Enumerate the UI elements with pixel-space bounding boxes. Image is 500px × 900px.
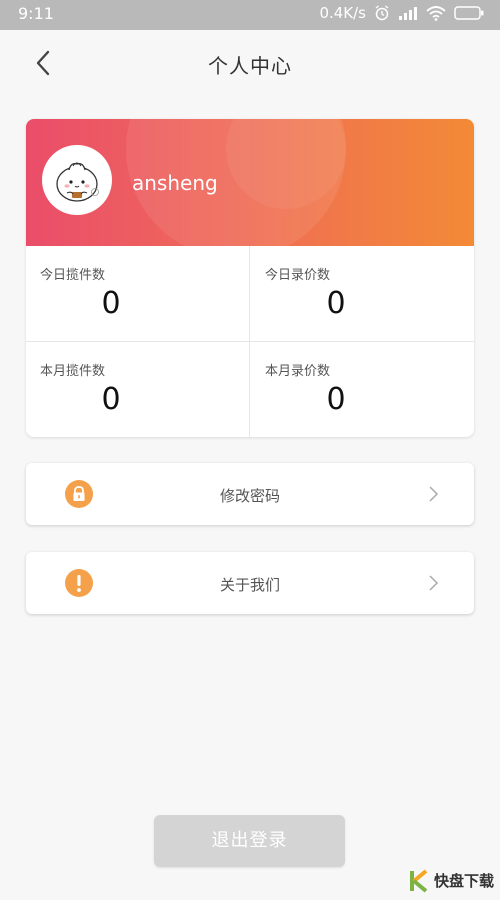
header: 个人中心 <box>0 30 500 96</box>
wifi-icon <box>426 5 446 21</box>
page-title: 个人中心 <box>208 54 292 78</box>
battery-icon <box>454 6 484 20</box>
watermark-logo: 快盘下载 <box>406 866 496 896</box>
stat-value: 0 <box>101 286 121 321</box>
profile-banner: ansheng <box>26 119 474 246</box>
menu-item-label: 关于我们 <box>219 576 280 594</box>
chevron-right-icon <box>429 575 439 591</box>
status-bar: 9:11 0.4K/s <box>0 0 500 30</box>
stat-value: 0 <box>326 382 346 417</box>
stat-value: 0 <box>326 286 346 321</box>
stat-value: 0 <box>101 382 121 417</box>
stat-label: 本月揽件数 <box>40 364 106 379</box>
bun-mascot-icon <box>56 162 99 202</box>
chevron-right-icon <box>429 486 439 502</box>
stat-label: 今日录价数 <box>265 268 331 283</box>
avatar[interactable] <box>42 145 112 215</box>
status-time: 9:11 <box>18 4 54 23</box>
menu-item-label: 修改密码 <box>219 487 280 505</box>
network-speed: 0.4K/s <box>319 4 366 22</box>
stat-month-pickups: 本月揽件数 0 <box>26 342 249 437</box>
watermark-text: 快盘下载 <box>434 872 495 890</box>
stat-month-prices: 本月录价数 0 <box>251 342 474 437</box>
stat-today-pickups: 今日揽件数 0 <box>26 246 249 341</box>
stat-label: 本月录价数 <box>265 364 331 379</box>
signal-icon <box>399 7 417 20</box>
menu-item-about-us[interactable]: 关于我们 <box>26 552 474 614</box>
stats-grid: 今日揽件数 0 今日录价数 0 本月揽件数 0 本月录价数 0 <box>26 246 474 437</box>
watermark-k-icon <box>410 869 428 893</box>
alarm-icon <box>375 5 389 21</box>
logout-button[interactable]: 退出登录 <box>154 815 345 867</box>
status-right: 0.4K/s <box>319 4 484 22</box>
username: ansheng <box>132 171 218 195</box>
stat-label: 今日揽件数 <box>40 268 106 283</box>
profile-card: ansheng 今日揽件数 0 今日录价数 0 本月揽件数 0 本月录价数 0 <box>26 119 474 437</box>
stat-today-prices: 今日录价数 0 <box>251 246 474 341</box>
menu-item-change-password[interactable]: 修改密码 <box>26 463 474 525</box>
